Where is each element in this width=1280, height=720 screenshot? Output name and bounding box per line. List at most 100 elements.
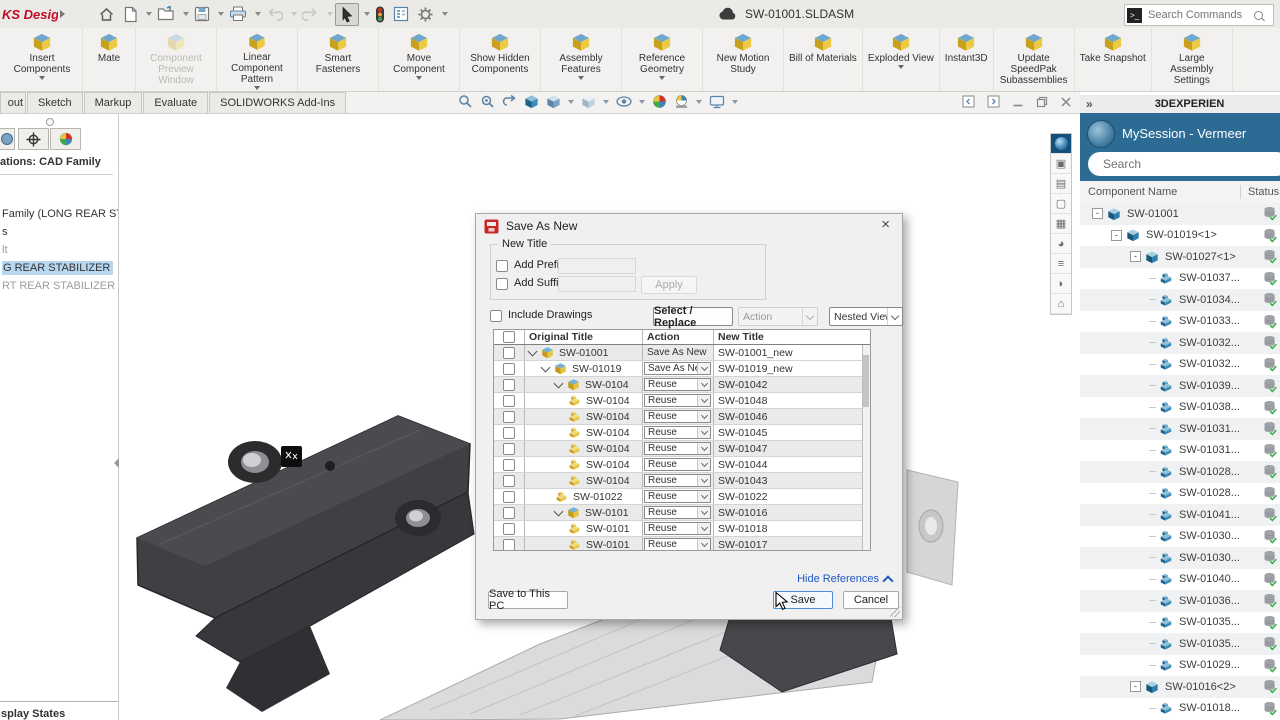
table-scrollbar[interactable]: [862, 345, 870, 550]
collapse-chevron-icon[interactable]: [541, 363, 551, 373]
insert-components-button[interactable]: Insert Components: [2, 28, 83, 91]
tab-markup[interactable]: Markup: [84, 92, 143, 113]
zoom-fit-icon[interactable]: [458, 94, 473, 109]
save-to-this-pc-button[interactable]: Save to This PC: [488, 591, 568, 609]
component-search-box[interactable]: [1088, 152, 1280, 176]
new-title-cell[interactable]: SW-01019_new: [713, 361, 862, 376]
component-search-input[interactable]: [1101, 156, 1255, 172]
section-view-icon[interactable]: [524, 94, 539, 109]
action-combo[interactable]: Reuse: [644, 538, 711, 551]
collapse-chevron-icon[interactable]: [528, 347, 538, 357]
hide-references-link[interactable]: Hide References: [797, 573, 892, 585]
tree-row-sw-01029[interactable]: SW-01029...: [1080, 655, 1280, 677]
take-snapshot-button[interactable]: Take Snapshot: [1075, 28, 1152, 91]
row-checkbox[interactable]: [503, 347, 515, 359]
bill-of-materials-button[interactable]: Bill of Materials: [784, 28, 863, 91]
select-replace-button[interactable]: Select / Replace: [653, 307, 733, 326]
tree-row-sw-01039[interactable]: SW-01039...: [1080, 375, 1280, 397]
collapse-expander[interactable]: -: [1092, 208, 1103, 219]
action-combo[interactable]: Reuse: [644, 426, 711, 439]
collapse-chevron-icon[interactable]: [554, 507, 564, 517]
assembly-features-button[interactable]: Assembly Features: [541, 28, 622, 91]
settings-caret[interactable]: [442, 12, 448, 16]
panel-pin-icon[interactable]: [46, 118, 54, 126]
configuration-item[interactable]: RT REAR STABILIZER: [2, 280, 115, 292]
options-list-icon[interactable]: [390, 4, 412, 24]
action-combo[interactable]: Reuse: [644, 490, 711, 503]
restore-icon[interactable]: [1036, 96, 1048, 108]
dock-pane-left-icon[interactable]: [962, 95, 975, 108]
configuration-manager-tab[interactable]: [18, 128, 49, 150]
action-combo[interactable]: Reuse: [644, 410, 711, 423]
action-combo[interactable]: Reuse: [644, 378, 711, 391]
collapse-expander[interactable]: -: [1111, 230, 1122, 241]
original-title-column-header[interactable]: Original Title: [524, 330, 642, 344]
dropdown-caret[interactable]: [659, 76, 665, 80]
new-document-icon[interactable]: [120, 4, 141, 25]
view-orientation-icon[interactable]: [546, 94, 561, 109]
dropdown-caret[interactable]: [254, 86, 260, 90]
tree-row-sw-01019-1[interactable]: -SW-01019<1>: [1080, 225, 1280, 247]
tree-row-sw-01031[interactable]: SW-01031...: [1080, 418, 1280, 440]
new-title-cell[interactable]: SW-01042: [713, 377, 862, 392]
new-title-cell[interactable]: SW-01001_new: [713, 345, 862, 360]
select-tool-icon[interactable]: [335, 3, 359, 26]
appearances-icon[interactable]: ◕: [1051, 234, 1071, 254]
tree-row-sw-01034[interactable]: SW-01034...: [1080, 289, 1280, 311]
dialog-close-icon[interactable]: ×: [875, 215, 896, 234]
nested-view-dropdown[interactable]: Nested View: [829, 307, 903, 326]
dialog-resize-grip[interactable]: [890, 607, 900, 617]
previous-view-icon[interactable]: [502, 94, 517, 109]
select-all-checkbox[interactable]: [503, 331, 515, 343]
tree-row-sw-01036[interactable]: SW-01036...: [1080, 590, 1280, 612]
tree-row-sw-01001[interactable]: -SW-01001: [1080, 203, 1280, 225]
dropdown-caret[interactable]: [578, 76, 584, 80]
tree-row-sw-01027-1[interactable]: -SW-01027<1>: [1080, 246, 1280, 268]
forum-icon[interactable]: ◗: [1051, 274, 1071, 294]
new-title-cell[interactable]: SW-01016: [713, 505, 862, 520]
linear-component-pattern-button[interactable]: Linear Component Pattern: [217, 28, 298, 91]
instant3d-button[interactable]: Instant3D: [940, 28, 994, 91]
row-checkbox[interactable]: [503, 379, 515, 391]
compass-icon[interactable]: [1051, 134, 1071, 154]
action-combo[interactable]: Reuse: [644, 522, 711, 535]
display-manager-tab[interactable]: [50, 128, 81, 150]
tree-row-sw-01031[interactable]: SW-01031...: [1080, 440, 1280, 462]
custom-properties-icon[interactable]: ≡: [1051, 254, 1071, 274]
dropdown-caret[interactable]: [39, 76, 45, 80]
prefix-input[interactable]: [558, 258, 636, 274]
row-checkbox[interactable]: [503, 539, 515, 551]
tree-row-sw-01035[interactable]: SW-01035...: [1080, 633, 1280, 655]
zoom-to-area-icon[interactable]: [480, 94, 495, 109]
action-combo[interactable]: Reuse: [644, 442, 711, 455]
open-caret[interactable]: [183, 12, 189, 16]
tree-row-sw-01038[interactable]: SW-01038...: [1080, 397, 1280, 419]
row-checkbox[interactable]: [503, 507, 515, 519]
include-drawings-checkbox[interactable]: [490, 310, 502, 322]
row-checkbox[interactable]: [503, 523, 515, 535]
save-caret[interactable]: [218, 12, 224, 16]
dialog-title-bar[interactable]: Save As New ×: [476, 214, 902, 238]
collapse-expander[interactable]: -: [1130, 681, 1141, 692]
design-library-icon[interactable]: ▤: [1051, 174, 1071, 194]
action-combo[interactable]: Save As New: [644, 362, 711, 375]
row-checkbox[interactable]: [503, 443, 515, 455]
view-settings-caret[interactable]: [732, 100, 738, 104]
row-checkbox[interactable]: [503, 427, 515, 439]
row-checkbox[interactable]: [503, 411, 515, 423]
view-palette-icon[interactable]: ▦: [1051, 214, 1071, 234]
new-title-cell[interactable]: SW-01047: [713, 441, 862, 456]
collapse-chevron-icon[interactable]: [554, 379, 564, 389]
configuration-item[interactable]: s: [2, 226, 8, 238]
tree-row-sw-01037[interactable]: SW-01037...: [1080, 268, 1280, 290]
tree-row-sw-01032[interactable]: SW-01032...: [1080, 332, 1280, 354]
action-combo[interactable]: Reuse: [644, 474, 711, 487]
action-combo[interactable]: Reuse: [644, 394, 711, 407]
apply-scene-icon[interactable]: [674, 94, 689, 109]
action-column-header[interactable]: Action: [642, 330, 713, 344]
action-combo[interactable]: Reuse: [644, 506, 711, 519]
logo-expand-icon[interactable]: [60, 10, 65, 18]
home-icon[interactable]: ⌂: [1051, 294, 1071, 314]
view-settings-icon[interactable]: [709, 95, 725, 109]
show-hidden-components-button[interactable]: Show Hidden Components: [460, 28, 541, 91]
